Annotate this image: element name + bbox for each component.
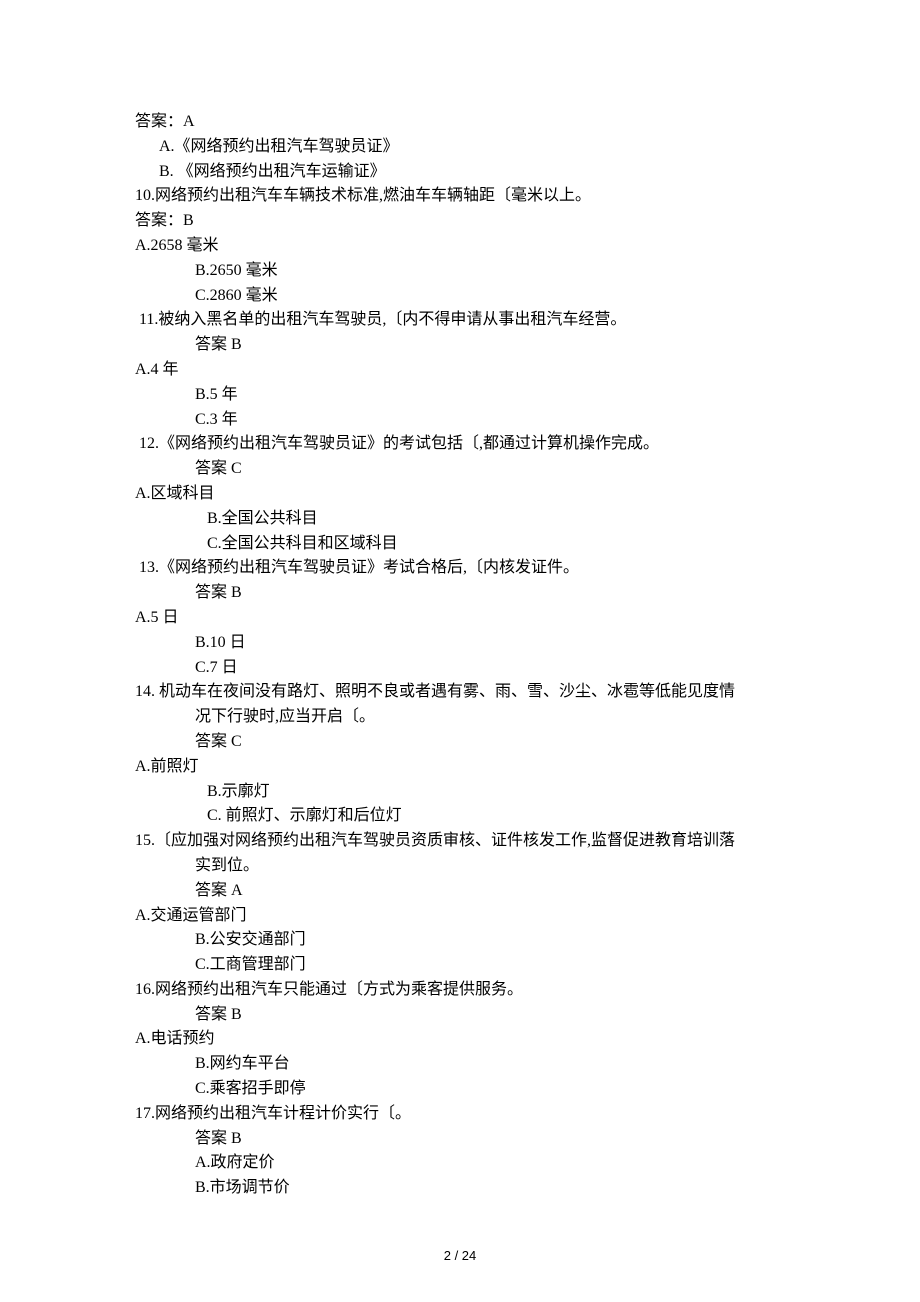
answer-line: 答案 B	[135, 581, 790, 606]
option-a: A.前照灯	[135, 755, 790, 780]
option-a: A.交通运管部门	[135, 904, 790, 929]
option-a: A.2658 毫米	[135, 234, 790, 259]
option-c: C.工商管理部门	[135, 953, 790, 978]
option-a: A.电话预约	[135, 1027, 790, 1052]
page-number: 2 / 24	[0, 1246, 920, 1266]
answer-line: 答案 B	[135, 1127, 790, 1152]
question-11: 11.被纳入黑名单的出租汽车驾驶员,〔内不得申请从事出租汽车经营。	[135, 308, 790, 333]
question-16: 16.网络预约出租汽车只能通过〔方式为乘客提供服务。	[135, 978, 790, 1003]
option-a: A.区域科目	[135, 482, 790, 507]
option-c: C.2860 毫米	[135, 284, 790, 309]
option-a: A.5 日	[135, 606, 790, 631]
answer-line: 答案 C	[135, 730, 790, 755]
option-a: A.政府定价	[135, 1151, 790, 1176]
option-b: B.示廓灯	[135, 780, 790, 805]
option-b: B. 《网络预约出租汽车运输证》	[135, 160, 790, 185]
option-a: A.4 年	[135, 358, 790, 383]
question-15-cont: 实到位。	[135, 854, 790, 879]
option-a: A.《网络预约出租汽车驾驶员证》	[135, 135, 790, 160]
question-13: 13.《网络预约出租汽车驾驶员证》考试合格后,〔内核发证件。	[135, 556, 790, 581]
question-14: 14. 机动车在夜间没有路灯、照明不良或者遇有雾、雨、雪、沙尘、冰雹等低能见度情	[135, 680, 790, 705]
question-10: 10.网络预约出租汽车车辆技术标准,燃油车车辆轴距〔毫米以上。	[135, 184, 790, 209]
answer-line: 答案 B	[135, 333, 790, 358]
option-c: C.全国公共科目和区域科目	[135, 532, 790, 557]
option-c: C. 前照灯、示廓灯和后位灯	[135, 804, 790, 829]
option-b: B.2650 毫米	[135, 259, 790, 284]
answer-line: 答案：A	[135, 110, 790, 135]
option-b: B.10 日	[135, 631, 790, 656]
option-b: B.全国公共科目	[135, 507, 790, 532]
option-c: C.乘客招手即停	[135, 1077, 790, 1102]
option-b: B.市场调节价	[135, 1176, 790, 1201]
page: 答案：A A.《网络预约出租汽车驾驶员证》 B. 《网络预约出租汽车运输证》 1…	[0, 0, 920, 1302]
question-15: 15.〔应加强对网络预约出租汽车驾驶员资质审核、证件核发工作,监督促进教育培训落	[135, 829, 790, 854]
option-c: C.3 年	[135, 408, 790, 433]
option-b: B.公安交通部门	[135, 928, 790, 953]
answer-line: 答案 A	[135, 879, 790, 904]
question-12: 12.《网络预约出租汽车驾驶员证》的考试包括〔,都通过计算机操作完成。	[135, 432, 790, 457]
question-17: 17.网络预约出租汽车计程计价实行〔。	[135, 1102, 790, 1127]
question-14-cont: 况下行驶时,应当开启〔。	[135, 705, 790, 730]
option-c: C.7 日	[135, 656, 790, 681]
answer-line: 答案 C	[135, 457, 790, 482]
answer-line: 答案 B	[135, 1003, 790, 1028]
option-b: B.网约车平台	[135, 1052, 790, 1077]
answer-line: 答案：B	[135, 209, 790, 234]
option-b: B.5 年	[135, 383, 790, 408]
